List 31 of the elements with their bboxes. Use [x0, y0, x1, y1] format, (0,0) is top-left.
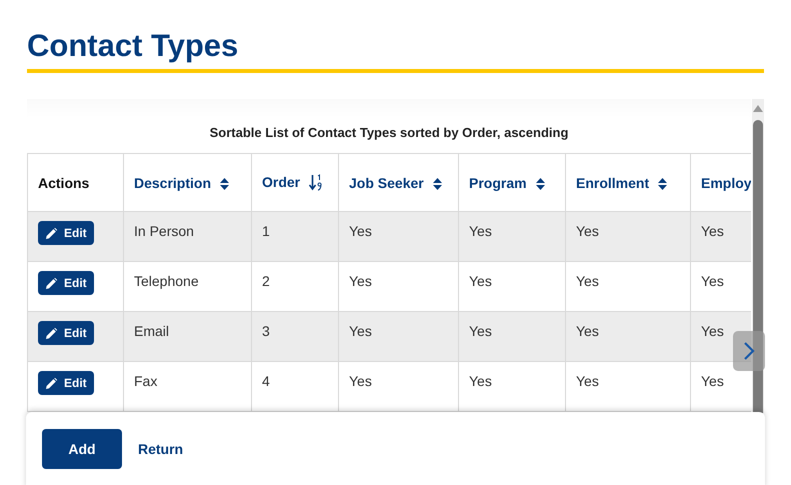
pencil-icon — [46, 278, 57, 288]
scroll-up-icon[interactable] — [753, 105, 763, 112]
chevron-right-icon — [743, 341, 755, 361]
table-cell: Email — [124, 312, 252, 362]
table-cell: Yes — [338, 312, 458, 362]
column-header-link[interactable]: Enrollment — [576, 174, 650, 190]
table-cell: Yes — [690, 212, 751, 262]
pencil-icon — [46, 328, 57, 338]
pencil-icon — [46, 378, 57, 388]
pencil-icon — [46, 228, 57, 238]
table-cell: 1 — [252, 212, 338, 262]
table-cell: 3 — [252, 312, 338, 362]
table-cell: In Person — [124, 212, 252, 262]
return-link[interactable]: Return — [138, 441, 184, 457]
add-button[interactable]: Add — [42, 429, 122, 469]
column-header: Actions — [38, 174, 90, 190]
table-cell: Yes — [338, 212, 458, 262]
column-header-link[interactable]: Order — [262, 174, 300, 190]
edit-button[interactable]: Edit — [38, 271, 94, 295]
table-cell: Yes — [458, 312, 566, 362]
table-cell: Yes — [566, 212, 690, 262]
column-header-link[interactable]: Job Seeker — [349, 174, 424, 190]
edit-button[interactable]: Edit — [38, 321, 94, 345]
page-title: Contact Types — [26, 27, 240, 65]
table-cell: Yes — [566, 312, 690, 362]
column-header-link[interactable]: Program — [469, 174, 527, 190]
edit-button[interactable]: Edit — [38, 221, 94, 245]
edit-button[interactable]: Edit — [38, 371, 94, 395]
column-header-link[interactable]: Description — [134, 174, 212, 190]
table-cell: Yes — [458, 212, 566, 262]
scroll-right-button[interactable] — [733, 331, 765, 371]
